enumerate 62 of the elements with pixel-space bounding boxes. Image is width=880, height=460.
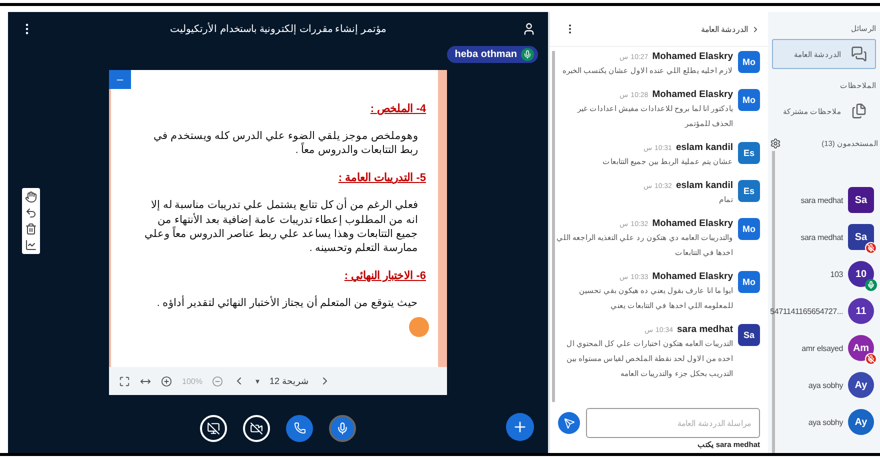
slide-heading: 4- الملخص : [369, 102, 426, 115]
sender-name: eslam kandil [676, 142, 733, 153]
camera-off-icon [250, 422, 263, 434]
avatar: Mo [738, 271, 760, 293]
user-name[interactable]: aya sobhy [808, 380, 843, 390]
slide-heading: 5- التدريبات العامة : [337, 171, 426, 184]
user-icon[interactable] [522, 22, 536, 36]
slide-paragraph: حيث يتوقع من المتعلم أن يجتاز الأختبار النهائي لتقدير أداؤه . [156, 296, 418, 310]
user-name[interactable]: 103 [830, 270, 843, 278]
chart-icon[interactable] [25, 239, 37, 251]
send-button[interactable] [558, 412, 580, 434]
sender-name: Mohamed Elaskry [652, 89, 733, 100]
avatar: Mo [738, 218, 760, 240]
sender-name: Mohamed Elaskry [652, 271, 733, 282]
avatar[interactable]: Ay [848, 409, 874, 435]
trash-icon[interactable] [25, 223, 37, 235]
documents-icon [851, 103, 867, 119]
mic-icon [336, 422, 349, 434]
monitor-off-icon [207, 422, 220, 434]
avatar: Es [738, 180, 760, 202]
hand-icon[interactable] [25, 191, 37, 203]
phone-icon [294, 422, 306, 434]
undo-icon[interactable] [25, 207, 37, 219]
user-name[interactable]: sara medhat [800, 232, 843, 242]
user-name[interactable]: aya sobhy [808, 418, 843, 426]
sender-name: sara medhat [677, 324, 733, 335]
fullscreen-icon[interactable] [119, 376, 130, 386]
slide-paragraph: فعلي الرغم من أن كل تتابع يشتمل علي تدريبات مناسبة له إلا انه من المطلوب إعطاء تدريبات عامة إضافية بعد الأنتهاء من جميع التتابعات وهذا يساعد علي ربط عناصر الدروس معاً وعلي ممارسة التعلم وتحسينه . [144, 198, 418, 256]
chat-title[interactable]: الدردشة العامة [700, 24, 760, 34]
phone-button[interactable] [286, 414, 313, 442]
user-name[interactable]: sara medhat [800, 196, 843, 204]
avatar: Es [738, 142, 760, 164]
user-name[interactable]: ...5471141165654727 [770, 306, 843, 316]
sender-name: Mohamed Elaskry [652, 51, 733, 62]
avatar: Sa [738, 324, 760, 346]
slide-heading: 6- الاختبار النهائي : [343, 269, 426, 282]
microphone-button[interactable] [329, 414, 356, 442]
dropdown-caret[interactable]: ▾ [255, 376, 260, 386]
screen-share-button[interactable] [200, 414, 227, 442]
avatar[interactable]: 11 [848, 298, 874, 324]
zoom-out-icon[interactable] [212, 376, 224, 386]
slide-paragraph: وهوملخص موجز يلقي الضوء علي الدرس كله ويستخدم في ربط التتابعات والدروس معاً . [152, 129, 418, 158]
sender-name: Mohamed Elaskry [652, 218, 733, 229]
message-field[interactable]: مراسلة الدردشة العامة [586, 408, 760, 438]
chevron-icon [751, 24, 760, 34]
slide-number[interactable]: شريحة 12 [269, 376, 309, 386]
sender-name: eslam kandil [676, 180, 733, 191]
avatar: Mo [738, 51, 760, 73]
avatar[interactable]: Sa [848, 187, 874, 213]
plus-button[interactable] [506, 413, 534, 441]
avatar[interactable]: Ay [848, 372, 874, 398]
zoom-in-icon[interactable] [161, 376, 172, 386]
user-name[interactable]: amr elsayed [802, 344, 843, 352]
meeting-title: مؤتمر إنشاء مقررات إلكترونية باستخدام الأرتكيوليت [170, 23, 386, 35]
plus-icon [512, 419, 528, 435]
chat-bubbles-icon [851, 46, 867, 62]
settings-icon[interactable] [770, 138, 781, 149]
presenter-pill[interactable]: heba othman [446, 46, 538, 63]
send-icon [564, 418, 574, 428]
avatar: Mo [738, 89, 760, 111]
zoom-level: 100% [182, 376, 202, 386]
camera-button[interactable] [243, 414, 270, 442]
